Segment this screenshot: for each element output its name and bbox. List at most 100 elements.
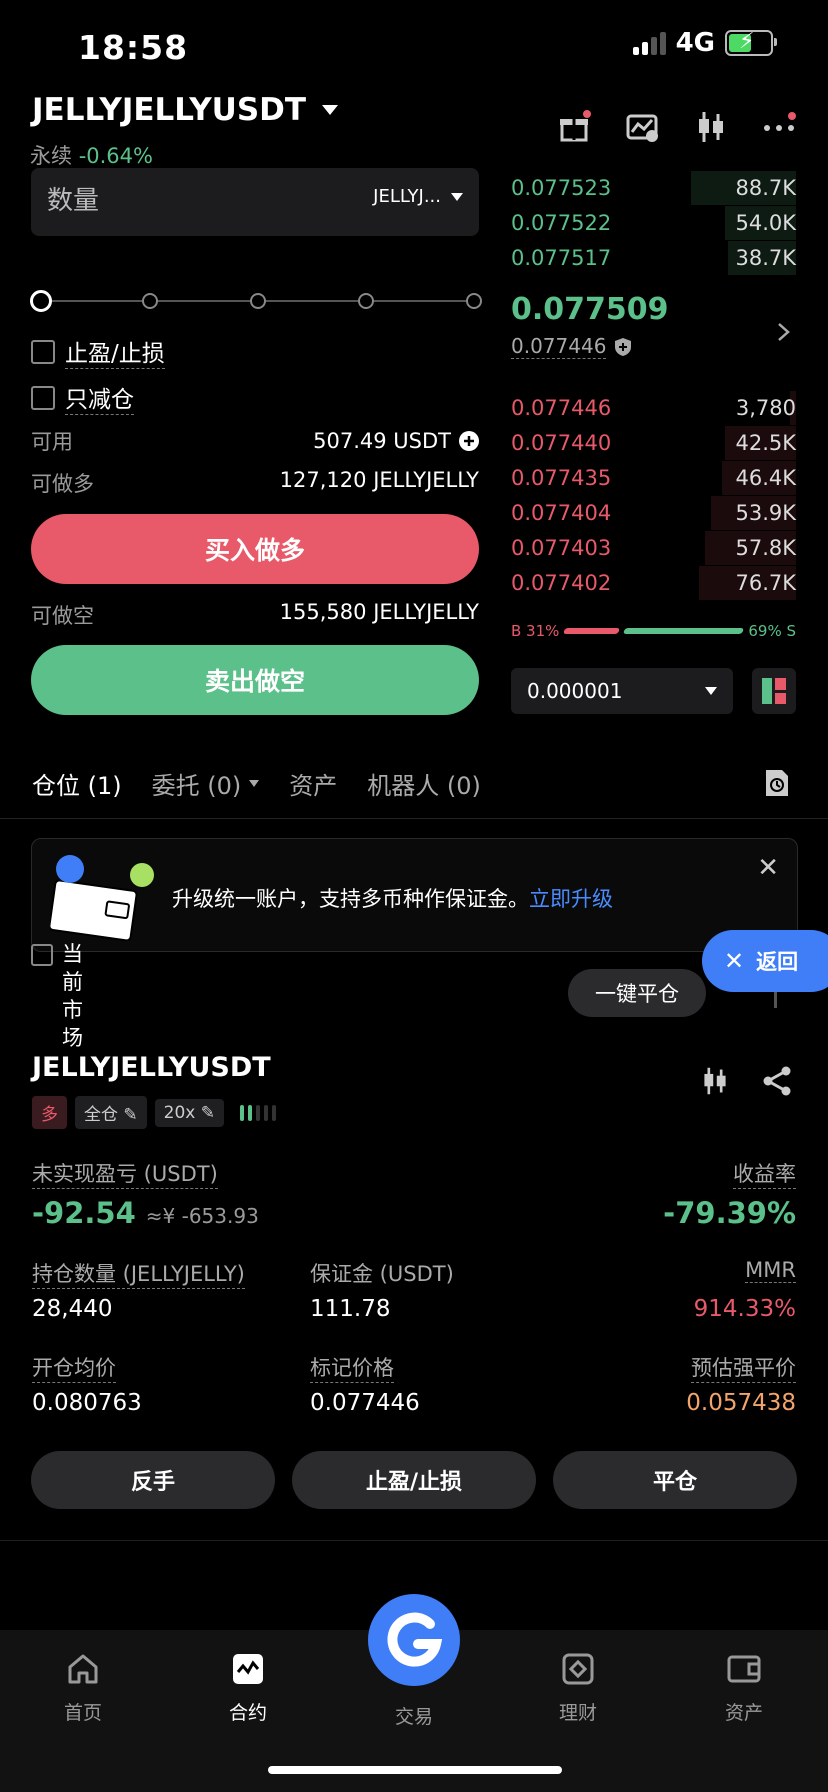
back-floating-button[interactable]: ✕ 返回 (702, 930, 828, 992)
mark-price: 0.077446 (511, 334, 607, 359)
roi-label: 收益率 (733, 1158, 796, 1189)
reduce-only-checkbox-row[interactable]: 只减仓 (31, 380, 134, 415)
upgrade-link[interactable]: 立即升级 (529, 887, 613, 911)
bid-price: 0.077440 (511, 431, 612, 455)
unrealized-pnl-label: 未实现盈亏 (USDT) (32, 1158, 218, 1189)
tab-positions[interactable]: 仓位 (1) (32, 766, 122, 801)
tab-orders-label: 委托 (0) (151, 772, 242, 800)
back-label: 返回 (756, 950, 799, 974)
nav-earn[interactable]: 理财 (533, 1652, 623, 1725)
nav-home[interactable]: 首页 (38, 1652, 128, 1725)
ask-row[interactable]: 0.077522 54.0K (511, 206, 796, 240)
trade-button[interactable] (368, 1594, 460, 1686)
upgrade-banner[interactable]: 升级统一账户，支持多币种作保证金。立即升级 ✕ (31, 838, 798, 952)
buy-long-button[interactable]: 买入做多 (31, 514, 479, 584)
position-symbol[interactable]: JELLYJELLYUSDT (32, 1052, 271, 1083)
ask-row[interactable]: 0.077517 38.7K (511, 241, 796, 275)
nav-assets[interactable]: 资产 (699, 1652, 789, 1725)
close-all-button[interactable]: 一键平仓 (568, 969, 706, 1017)
wallet-illustration-icon (50, 855, 154, 941)
nav-trade[interactable]: 交易 (369, 1702, 459, 1729)
mark-price-label: 标记价格 (310, 1352, 394, 1383)
margin-value: 111.78 (310, 1296, 391, 1322)
risk-strength-indicator (240, 1104, 277, 1121)
tp-sl-label: 止盈/止损 (65, 334, 165, 369)
max-short-label: 可做空 (31, 604, 94, 628)
nav-futures[interactable]: 合约 (203, 1652, 293, 1725)
slider-mark-100[interactable] (466, 293, 482, 309)
share-icon[interactable] (762, 1066, 792, 1096)
chart-settings-icon[interactable] (626, 110, 660, 144)
buy-ratio-fill (563, 628, 621, 634)
tab-assets[interactable]: 资产 (289, 766, 337, 801)
bid-row[interactable]: 0.077446 3,780 (511, 391, 796, 425)
sell-short-button[interactable]: 卖出做空 (31, 645, 479, 715)
tp-sl-checkbox-row[interactable]: 止盈/止损 (31, 334, 165, 369)
add-funds-icon[interactable] (459, 431, 479, 451)
bid-row[interactable]: 0.077402 76.7K (511, 566, 796, 600)
tp-sl-button[interactable]: 止盈/止损 (292, 1451, 536, 1509)
position-tabs: 仓位 (1) 委托 (0) 资产 机器人 (0) (32, 766, 481, 801)
available-value: 507.49 USDT (313, 429, 451, 453)
signal-icon (632, 31, 666, 55)
candlestick-icon[interactable] (694, 110, 728, 144)
bid-price: 0.077446 (511, 396, 612, 420)
max-short-value: 155,580 JELLYJELLY (279, 600, 479, 624)
ask-size: 54.0K (735, 211, 796, 235)
price-change: -0.64% (78, 144, 153, 168)
slider-mark-25[interactable] (142, 293, 158, 309)
quantity-unit-selector[interactable]: JELLYJ... (373, 186, 463, 207)
size-label: 持仓数量 (JELLYJELLY) (32, 1258, 245, 1289)
symbol-subtitle: 永续 -0.64% (30, 140, 153, 170)
ask-price: 0.077522 (511, 211, 612, 235)
slider-mark-75[interactable] (358, 293, 374, 309)
margin-mode: 全仓 (84, 1105, 118, 1125)
close-icon[interactable]: ✕ (757, 853, 779, 883)
ask-row[interactable]: 0.077523 88.7K (511, 171, 796, 205)
bid-row[interactable]: 0.077435 46.4K (511, 461, 796, 495)
tp-sl-checkbox[interactable] (31, 339, 55, 364)
candlestick-icon[interactable] (700, 1066, 730, 1096)
symbol-selector[interactable]: JELLYJELLYUSDT (32, 92, 339, 128)
current-market-checkbox[interactable] (31, 944, 53, 966)
chevron-right-icon[interactable] (776, 322, 792, 342)
slider-handle[interactable] (30, 290, 52, 312)
gift-icon[interactable] (558, 110, 592, 144)
buy-sell-ratio: B 31% 69% S (511, 622, 796, 640)
liq-price-label: 预估强平价 (691, 1352, 796, 1383)
mark-price-row: 0.077446 (511, 334, 632, 359)
quantity-slider[interactable] (30, 290, 482, 312)
trade-icon (387, 1612, 443, 1667)
nav-trade-label: 交易 (394, 1706, 433, 1728)
more-icon[interactable] (762, 110, 796, 144)
banner-text: 升级统一账户，支持多币种作保证金。 (172, 887, 529, 911)
history-icon[interactable] (762, 768, 792, 798)
layout-icon (762, 678, 786, 704)
liq-price-value: 0.057438 (686, 1390, 796, 1416)
slider-mark-50[interactable] (250, 293, 266, 309)
caret-down-icon (249, 780, 260, 787)
shield-plus-icon[interactable] (614, 337, 632, 357)
caret-down-icon (705, 687, 717, 695)
entry-price-value: 0.080763 (32, 1390, 142, 1416)
max-short-row: 可做空 155,580 JELLYJELLY (31, 600, 479, 630)
reverse-button[interactable]: 反手 (31, 1451, 275, 1509)
ratio-bar (563, 628, 745, 634)
quantity-unit: JELLYJ... (373, 186, 441, 207)
tick-size-select[interactable]: 0.000001 (511, 668, 733, 714)
bid-row[interactable]: 0.077403 57.8K (511, 531, 796, 565)
quantity-label: 数量 (47, 186, 100, 216)
close-position-button[interactable]: 平仓 (553, 1451, 797, 1509)
nav-home-label: 首页 (63, 1702, 102, 1724)
bid-row[interactable]: 0.077404 53.9K (511, 496, 796, 530)
leverage-badge[interactable]: 20x ✎ (154, 1098, 225, 1127)
margin-mode-badge[interactable]: 全仓 ✎ (75, 1096, 147, 1129)
last-price[interactable]: 0.077509 (511, 292, 669, 327)
tab-bots[interactable]: 机器人 (0) (367, 766, 481, 801)
quantity-field[interactable]: 数量 JELLYJ... (31, 168, 479, 236)
bid-row[interactable]: 0.077440 42.5K (511, 426, 796, 460)
tab-orders[interactable]: 委托 (0) (152, 766, 260, 801)
reduce-only-checkbox[interactable] (31, 385, 55, 410)
roi-value: -79.39% (663, 1196, 796, 1230)
orderbook-layout-button[interactable] (752, 668, 796, 714)
